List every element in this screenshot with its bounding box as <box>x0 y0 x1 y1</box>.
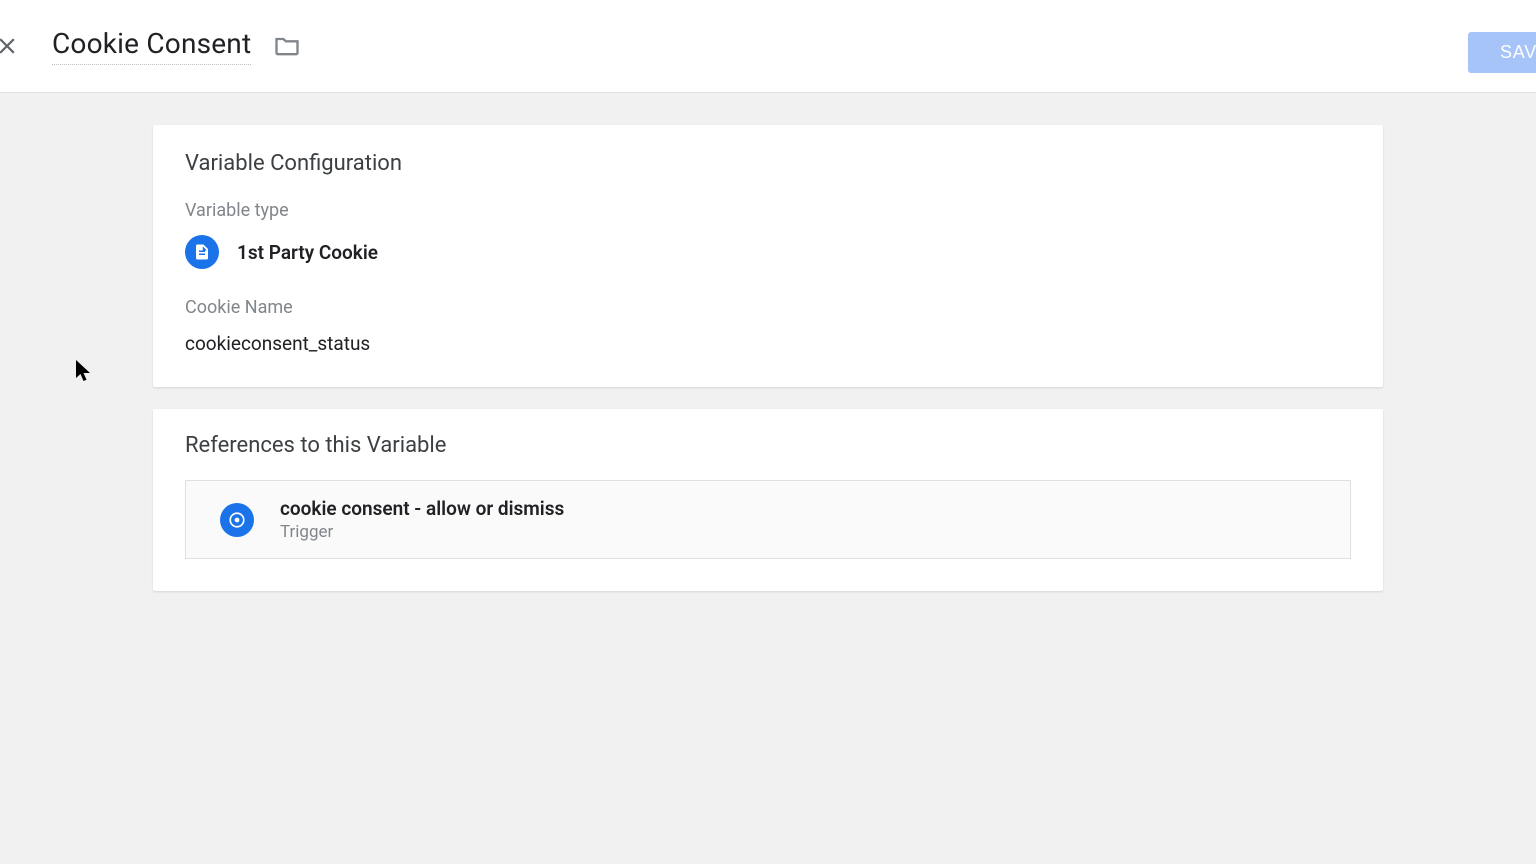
reference-text: cookie consent - allow or dismiss Trigge… <box>280 497 564 542</box>
trigger-icon <box>220 503 254 537</box>
variable-config-title: Variable Configuration <box>185 151 1351 176</box>
header-bar: Cookie Consent SAVE <box>0 0 1536 93</box>
variable-type-name: 1st Party Cookie <box>237 241 378 264</box>
variable-type-row: 1st Party Cookie <box>185 235 1351 269</box>
folder-icon <box>273 32 301 60</box>
save-button[interactable]: SAVE <box>1468 32 1536 73</box>
close-button[interactable] <box>0 33 24 59</box>
references-title: References to this Variable <box>185 433 1351 458</box>
cookie-name-value: cookieconsent_status <box>185 332 1351 355</box>
variable-config-card[interactable]: Variable Configuration Variable type 1st… <box>153 125 1383 387</box>
references-card: References to this Variable cookie conse… <box>153 409 1383 591</box>
reference-type: Trigger <box>280 522 564 542</box>
cookie-name-label: Cookie Name <box>185 297 1351 318</box>
reference-name: cookie consent - allow or dismiss <box>280 497 564 520</box>
page-title[interactable]: Cookie Consent <box>52 27 251 65</box>
content-area: Variable Configuration Variable type 1st… <box>0 93 1536 591</box>
cookie-variable-icon <box>185 235 219 269</box>
close-icon <box>0 33 20 59</box>
folder-button[interactable] <box>273 32 301 60</box>
reference-row[interactable]: cookie consent - allow or dismiss Trigge… <box>185 480 1351 559</box>
variable-type-label: Variable type <box>185 200 1351 221</box>
